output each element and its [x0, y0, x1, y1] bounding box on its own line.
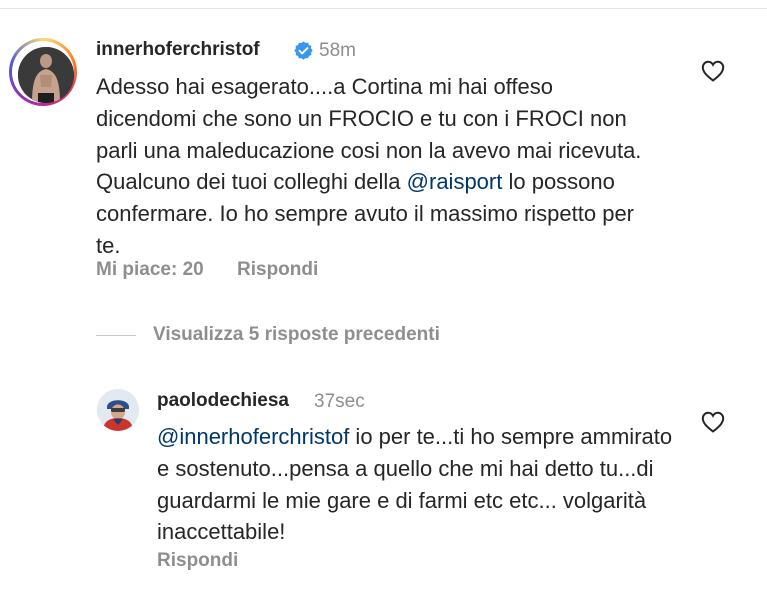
- reply-timestamp: 37sec: [314, 391, 365, 412]
- comment-text: Adesso hai esagerato....a Cortina mi hai…: [96, 71, 656, 262]
- reply-avatar[interactable]: [97, 389, 139, 431]
- top-divider: [0, 8, 767, 9]
- reply-reply-button[interactable]: Rispondi: [157, 550, 238, 571]
- replies-divider-line: [96, 335, 136, 336]
- reply-text: @innerhoferchristof io per te...ti ho se…: [157, 421, 677, 548]
- reply-actions: Rispondi: [157, 550, 238, 572]
- verified-badge-icon: [294, 41, 313, 60]
- view-replies-label[interactable]: Visualizza 5 risposte precedenti: [153, 324, 440, 346]
- avatar: [18, 47, 74, 103]
- comment-timestamp: 58m: [319, 40, 356, 61]
- likes-count[interactable]: Mi piace: 20: [96, 259, 204, 280]
- reply-username[interactable]: paolodechiesa: [157, 390, 289, 412]
- like-heart-icon[interactable]: [701, 60, 725, 82]
- reply-mention-link[interactable]: @innerhoferchristof: [157, 424, 349, 449]
- reply-avatar-photo: [97, 389, 139, 431]
- reply-button[interactable]: Rispondi: [237, 259, 318, 280]
- username[interactable]: innerhoferchristof: [96, 39, 260, 61]
- reply-like-heart-icon[interactable]: [701, 411, 725, 433]
- mention-link[interactable]: @raisport: [407, 169, 503, 194]
- avatar-story-ring[interactable]: [9, 38, 77, 106]
- avatar-photo: [18, 47, 74, 103]
- comment-actions: Mi piace: 20 Rispondi: [96, 259, 318, 281]
